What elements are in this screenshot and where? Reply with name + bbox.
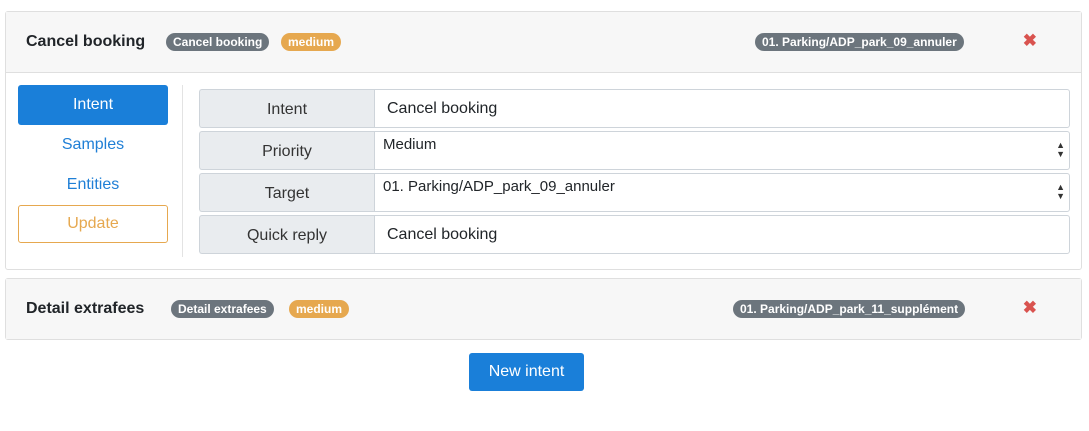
close-icon[interactable]: ✖ [1023, 31, 1037, 51]
intent-card-body: Intent Samples Entities Update Intent Pr… [6, 73, 1081, 269]
intent-form: Intent Priority Medium ▲▼ Target 01. Par… [199, 89, 1070, 257]
target-badge: 01. Parking/ADP_park_09_annuler [755, 33, 964, 51]
update-button[interactable]: Update [18, 205, 168, 243]
intent-field-wrap [374, 89, 1070, 128]
quick-reply-input[interactable] [375, 216, 1069, 253]
priority-badge: medium [289, 300, 350, 318]
intent-card-header[interactable]: Detail extrafees Detail extrafees medium… [6, 279, 1081, 339]
intent-card-detail-extrafees: Detail extrafees Detail extrafees medium… [5, 278, 1082, 340]
priority-badge: medium [281, 33, 342, 51]
intent-input[interactable] [375, 90, 1069, 127]
target-badge: 01. Parking/ADP_park_11_supplément [733, 300, 966, 318]
intent-name-badge: Detail extrafees [171, 300, 274, 318]
vertical-divider [182, 85, 183, 257]
close-icon[interactable]: ✖ [1023, 298, 1037, 318]
nav-item-samples[interactable]: Samples [18, 125, 168, 165]
new-intent-button[interactable]: New intent [469, 353, 584, 391]
form-row-priority: Priority Medium ▲ ▼ [199, 131, 1070, 170]
intent-label: Intent [199, 89, 374, 128]
priority-select[interactable]: Medium ▲ ▼ [374, 131, 1070, 170]
intent-name-badge: Cancel booking [166, 33, 270, 51]
quick-reply-field-wrap [374, 215, 1070, 254]
priority-selected-value: Medium [383, 136, 437, 153]
updown-arrows-icon: ▲ ▼ [1056, 182, 1065, 201]
intent-card-cancel-booking: Cancel booking Cancel booking medium 01.… [5, 11, 1082, 270]
quick-reply-label: Quick reply [199, 215, 374, 254]
nav-item-intent[interactable]: Intent [18, 85, 168, 125]
nav-item-entities[interactable]: Entities [18, 165, 168, 205]
intent-title: Detail extrafees [26, 300, 145, 317]
form-row-intent: Intent [199, 89, 1070, 128]
target-label: Target [199, 173, 374, 212]
intent-title: Cancel booking [26, 33, 146, 50]
updown-arrows-icon: ▲ ▼ [1056, 140, 1065, 159]
form-row-quick-reply: Quick reply [199, 215, 1070, 254]
target-select[interactable]: 01. Parking/ADP_park_09_annuler ▲ ▼ [374, 173, 1070, 212]
intent-side-nav: Intent Samples Entities Update [18, 85, 168, 243]
priority-label: Priority [199, 131, 374, 170]
form-row-target: Target 01. Parking/ADP_park_09_annuler ▲… [199, 173, 1070, 212]
intent-card-header[interactable]: Cancel booking Cancel booking medium 01.… [6, 12, 1081, 73]
target-selected-value: 01. Parking/ADP_park_09_annuler [383, 178, 615, 195]
